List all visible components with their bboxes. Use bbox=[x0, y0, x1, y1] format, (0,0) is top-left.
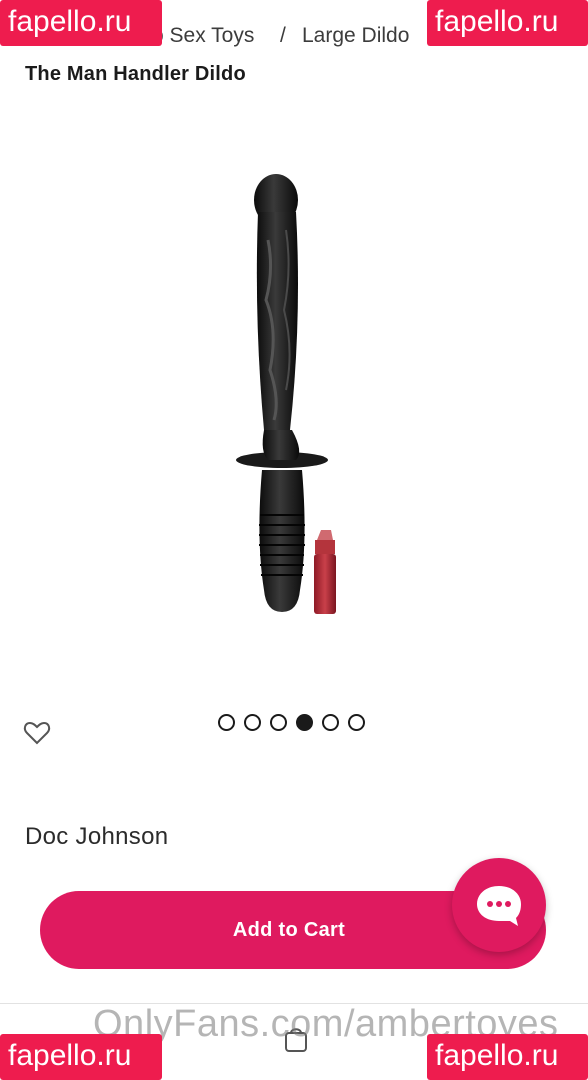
fapello-watermark: fapello.ru bbox=[427, 0, 588, 46]
favorite-heart-icon[interactable] bbox=[22, 719, 52, 747]
breadcrumb-item-large-dildo[interactable]: Large Dildo bbox=[302, 24, 409, 48]
gallery-pagination bbox=[218, 714, 365, 734]
fapello-watermark: fapello.ru bbox=[0, 0, 162, 46]
fapello-watermark: fapello.ru bbox=[0, 1034, 162, 1080]
gallery-dot[interactable] bbox=[348, 714, 365, 731]
chat-bubble-icon bbox=[477, 886, 521, 926]
page-title: The Man Handler Dildo bbox=[25, 63, 246, 85]
gallery-dot[interactable] bbox=[322, 714, 339, 731]
gallery-dot[interactable] bbox=[244, 714, 261, 731]
fapello-watermark: fapello.ru bbox=[427, 1034, 588, 1080]
breadcrumb-separator: / bbox=[280, 24, 286, 47]
breadcrumb-item-sex-toys[interactable]: o Sex Toys bbox=[152, 24, 254, 48]
gallery-dot-active[interactable] bbox=[296, 714, 313, 731]
gallery-dot[interactable] bbox=[270, 714, 287, 731]
product-image bbox=[236, 174, 336, 614]
product-brand[interactable]: Doc Johnson bbox=[25, 823, 168, 851]
chat-button[interactable] bbox=[452, 858, 546, 952]
gallery-dot[interactable] bbox=[218, 714, 235, 731]
product-image-gallery[interactable] bbox=[30, 120, 558, 680]
